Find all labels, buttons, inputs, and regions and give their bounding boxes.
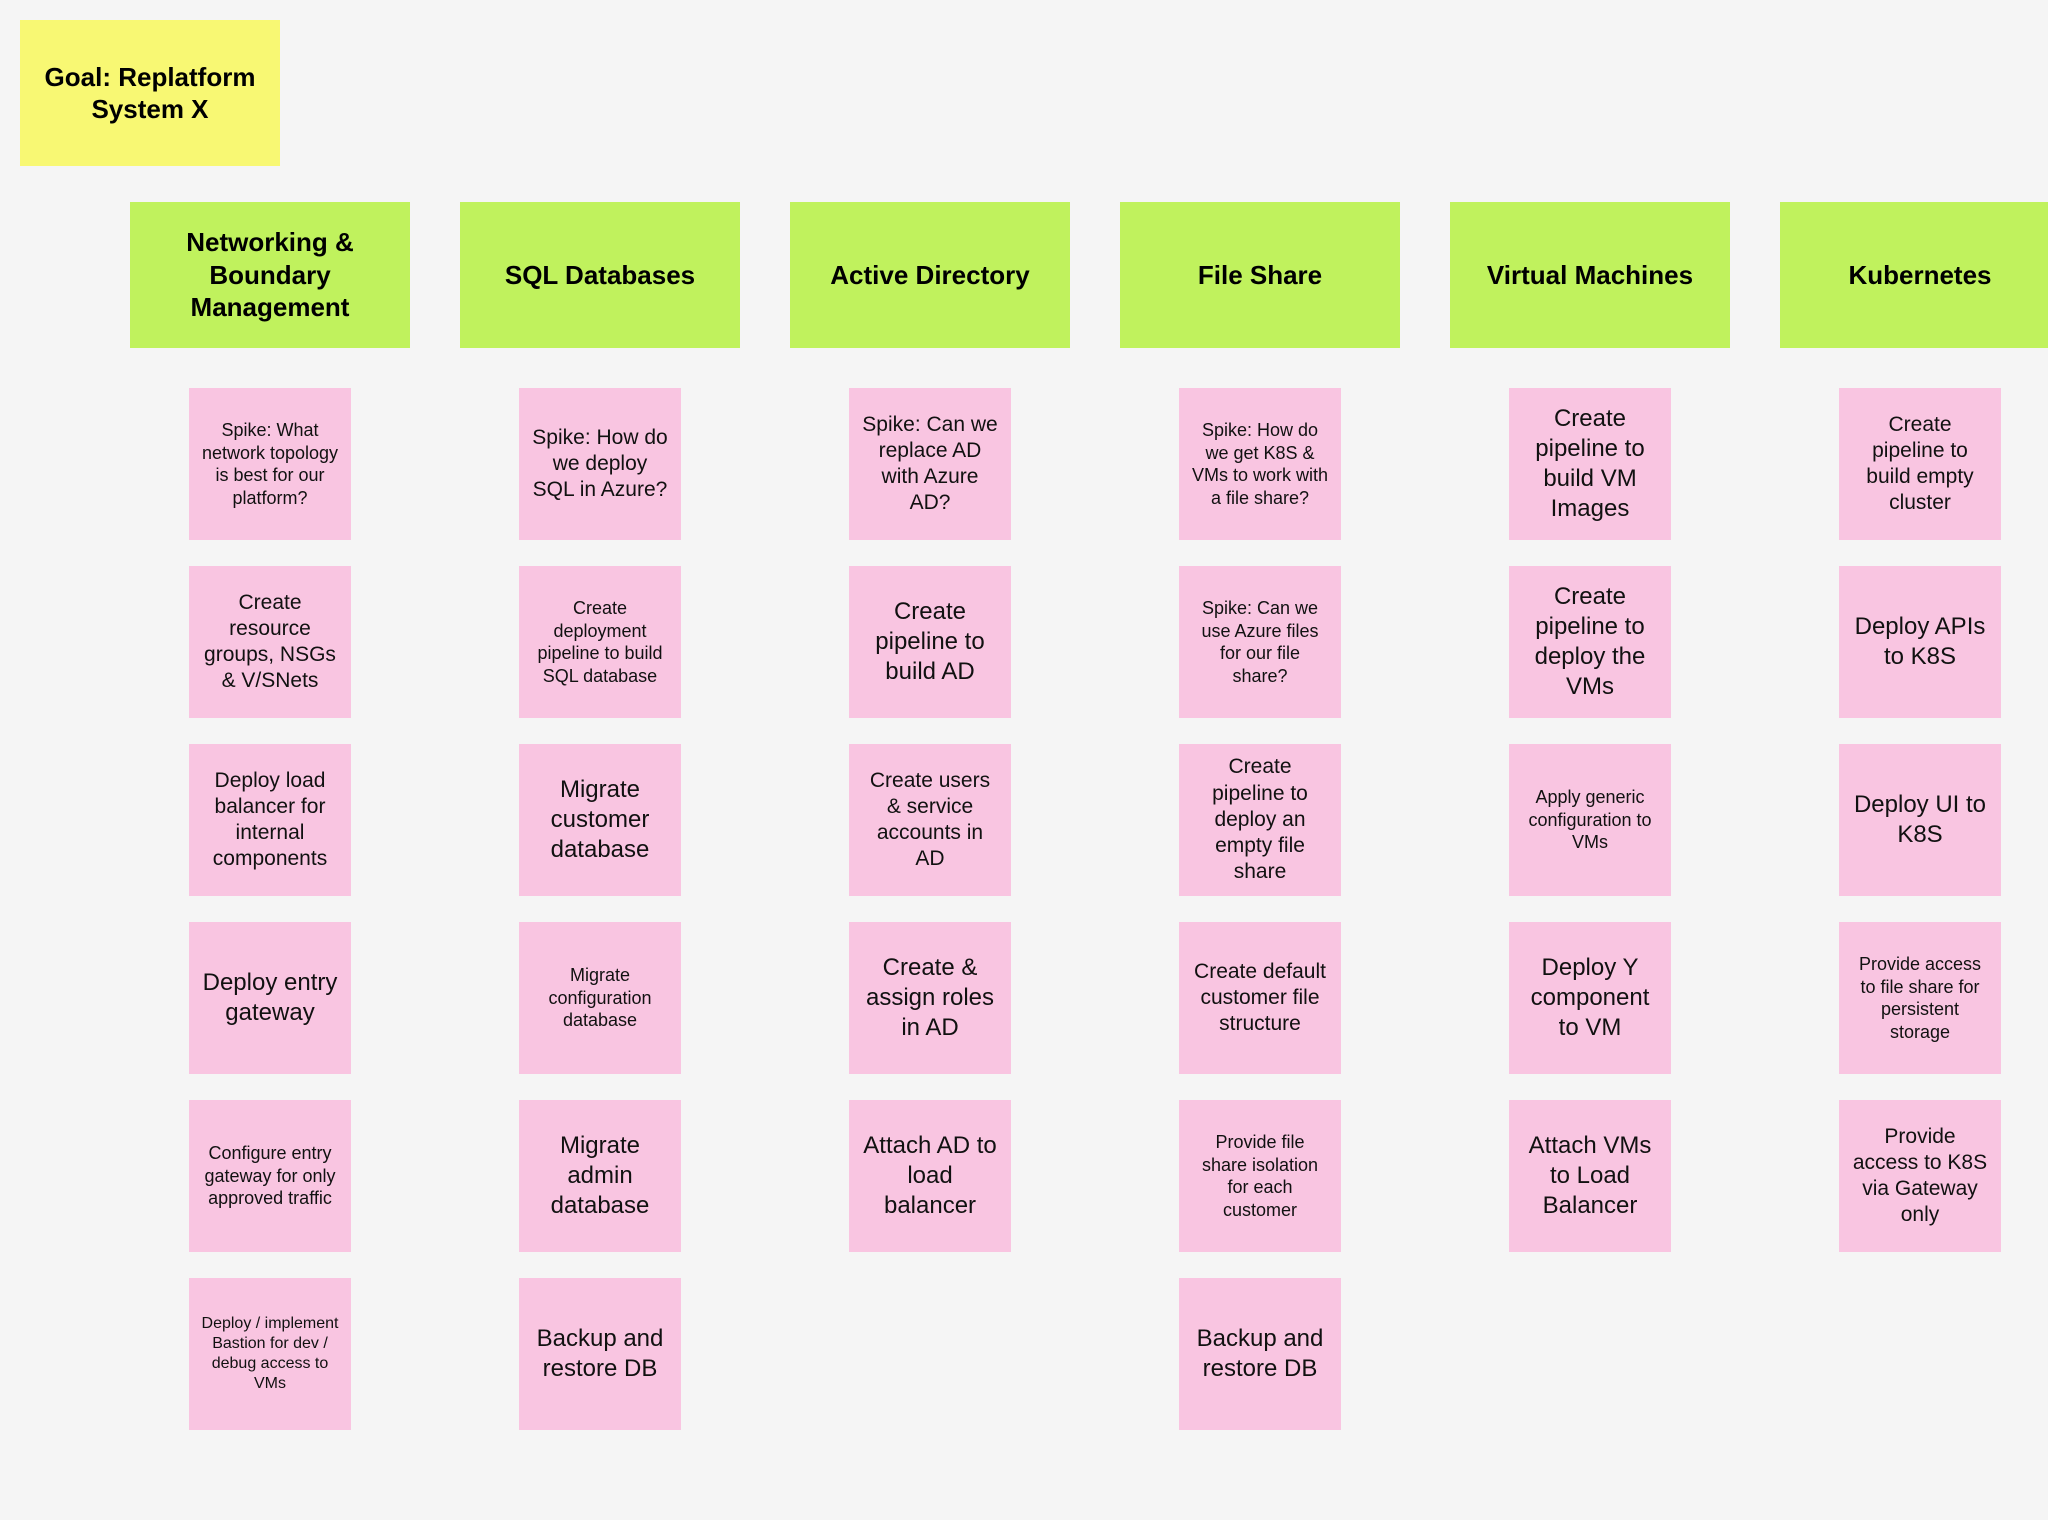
- task-text: Spike: How do we deploy SQL in Azure?: [531, 425, 669, 504]
- task-text: Create deployment pipeline to build SQL …: [531, 597, 669, 687]
- task-text: Create users & service accounts in AD: [861, 768, 999, 873]
- task-text: Attach VMs to Load Balancer: [1521, 1131, 1659, 1221]
- column-title: SQL Databases: [505, 259, 695, 292]
- column: File Share Spike: How do we get K8S & VMs…: [1120, 202, 1400, 1430]
- cards-list: Spike: How do we deploy SQL in Azure? Cre…: [519, 388, 681, 1430]
- column-title: Virtual Machines: [1487, 259, 1693, 292]
- task-text: Deploy UI to K8S: [1851, 790, 1989, 850]
- task-card[interactable]: Backup and restore DB: [519, 1278, 681, 1430]
- column: SQL Databases Spike: How do we deploy SQL…: [460, 202, 740, 1430]
- task-text: Deploy / implement Bastion for dev / deb…: [201, 1314, 339, 1394]
- task-card[interactable]: Apply generic configuration to VMs: [1509, 744, 1671, 896]
- task-text: Attach AD to load balancer: [861, 1131, 999, 1221]
- column-title: Networking & Boundary Management: [148, 226, 392, 324]
- cards-list: Create pipeline to build VM Images Create…: [1509, 388, 1671, 1252]
- task-card[interactable]: Deploy APIs to K8S: [1839, 566, 2001, 718]
- task-card[interactable]: Spike: Can we use Azure files for our fi…: [1179, 566, 1341, 718]
- task-text: Deploy load balancer for internal compon…: [201, 768, 339, 873]
- task-card[interactable]: Spike: How do we deploy SQL in Azure?: [519, 388, 681, 540]
- task-card[interactable]: Create users & service accounts in AD: [849, 744, 1011, 896]
- column: Networking & Boundary Management Spike: W…: [130, 202, 410, 1430]
- column-header[interactable]: SQL Databases: [460, 202, 740, 348]
- task-card[interactable]: Deploy UI to K8S: [1839, 744, 2001, 896]
- column-header[interactable]: Networking & Boundary Management: [130, 202, 410, 348]
- task-text: Spike: What network topology is best for…: [201, 419, 339, 509]
- task-text: Create pipeline to build AD: [861, 597, 999, 687]
- goal-card[interactable]: Goal: Replatform System X: [20, 20, 280, 166]
- task-card[interactable]: Create & assign roles in AD: [849, 922, 1011, 1074]
- task-card[interactable]: Deploy Y component to VM: [1509, 922, 1671, 1074]
- task-card[interactable]: Create pipeline to build VM Images: [1509, 388, 1671, 540]
- task-card[interactable]: Create pipeline to build empty cluster: [1839, 388, 2001, 540]
- task-card[interactable]: Spike: What network topology is best for…: [189, 388, 351, 540]
- task-text: Create pipeline to deploy an empty file …: [1191, 754, 1329, 885]
- column: Kubernetes Create pipeline to build empty…: [1780, 202, 2048, 1430]
- column-title: File Share: [1198, 259, 1322, 292]
- task-card[interactable]: Provide file share isolation for each cu…: [1179, 1100, 1341, 1252]
- task-text: Provide file share isolation for each cu…: [1191, 1131, 1329, 1221]
- task-card[interactable]: Deploy / implement Bastion for dev / deb…: [189, 1278, 351, 1430]
- task-card[interactable]: Create default customer file structure: [1179, 922, 1341, 1074]
- task-text: Deploy APIs to K8S: [1851, 612, 1989, 672]
- column-title: Kubernetes: [1848, 259, 1991, 292]
- task-text: Provide access to K8S via Gateway only: [1851, 1124, 1989, 1229]
- task-card[interactable]: Create pipeline to deploy the VMs: [1509, 566, 1671, 718]
- task-text: Create & assign roles in AD: [861, 953, 999, 1043]
- column-header[interactable]: Kubernetes: [1780, 202, 2048, 348]
- task-card[interactable]: Attach VMs to Load Balancer: [1509, 1100, 1671, 1252]
- column-header[interactable]: File Share: [1120, 202, 1400, 348]
- task-text: Configure entry gateway for only approve…: [201, 1142, 339, 1210]
- column: Active Directory Spike: Can we replace AD…: [790, 202, 1070, 1430]
- task-text: Create pipeline to build empty cluster: [1851, 412, 1989, 517]
- task-text: Spike: Can we use Azure files for our fi…: [1191, 597, 1329, 687]
- task-text: Create resource groups, NSGs & V/SNets: [201, 590, 339, 695]
- task-text: Deploy Y component to VM: [1521, 953, 1659, 1043]
- cards-list: Create pipeline to build empty cluster De…: [1839, 388, 2001, 1252]
- task-text: Backup and restore DB: [531, 1324, 669, 1384]
- board: Networking & Boundary Management Spike: W…: [20, 202, 2028, 1430]
- task-card[interactable]: Backup and restore DB: [1179, 1278, 1341, 1430]
- task-card[interactable]: Attach AD to load balancer: [849, 1100, 1011, 1252]
- task-text: Spike: How do we get K8S & VMs to work w…: [1191, 419, 1329, 509]
- task-card[interactable]: Provide access to file share for persist…: [1839, 922, 2001, 1074]
- task-card[interactable]: Create pipeline to deploy an empty file …: [1179, 744, 1341, 896]
- column-header[interactable]: Active Directory: [790, 202, 1070, 348]
- task-card[interactable]: Migrate configuration database: [519, 922, 681, 1074]
- task-card[interactable]: Create deployment pipeline to build SQL …: [519, 566, 681, 718]
- goal-text: Goal: Replatform System X: [40, 61, 260, 126]
- task-card[interactable]: Provide access to K8S via Gateway only: [1839, 1100, 2001, 1252]
- cards-list: Spike: How do we get K8S & VMs to work w…: [1179, 388, 1341, 1430]
- task-card[interactable]: Create resource groups, NSGs & V/SNets: [189, 566, 351, 718]
- cards-list: Spike: What network topology is best for…: [189, 388, 351, 1430]
- task-text: Spike: Can we replace AD with Azure AD?: [861, 412, 999, 517]
- task-card[interactable]: Spike: Can we replace AD with Azure AD?: [849, 388, 1011, 540]
- task-text: Create pipeline to build VM Images: [1521, 404, 1659, 524]
- task-card[interactable]: Create pipeline to build AD: [849, 566, 1011, 718]
- column-title: Active Directory: [830, 259, 1029, 292]
- task-text: Provide access to file share for persist…: [1851, 953, 1989, 1043]
- task-text: Backup and restore DB: [1191, 1324, 1329, 1384]
- column-header[interactable]: Virtual Machines: [1450, 202, 1730, 348]
- task-text: Migrate customer database: [531, 775, 669, 865]
- task-card[interactable]: Deploy load balancer for internal compon…: [189, 744, 351, 896]
- task-card[interactable]: Migrate admin database: [519, 1100, 681, 1252]
- task-card[interactable]: Configure entry gateway for only approve…: [189, 1100, 351, 1252]
- task-card[interactable]: Spike: How do we get K8S & VMs to work w…: [1179, 388, 1341, 540]
- task-text: Create default customer file structure: [1191, 959, 1329, 1038]
- task-card[interactable]: Deploy entry gateway: [189, 922, 351, 1074]
- task-text: Create pipeline to deploy the VMs: [1521, 582, 1659, 702]
- task-card[interactable]: Migrate customer database: [519, 744, 681, 896]
- column: Virtual Machines Create pipeline to build…: [1450, 202, 1730, 1430]
- task-text: Migrate configuration database: [531, 964, 669, 1032]
- task-text: Deploy entry gateway: [201, 968, 339, 1028]
- cards-list: Spike: Can we replace AD with Azure AD? C…: [849, 388, 1011, 1252]
- task-text: Apply generic configuration to VMs: [1521, 786, 1659, 854]
- task-text: Migrate admin database: [531, 1131, 669, 1221]
